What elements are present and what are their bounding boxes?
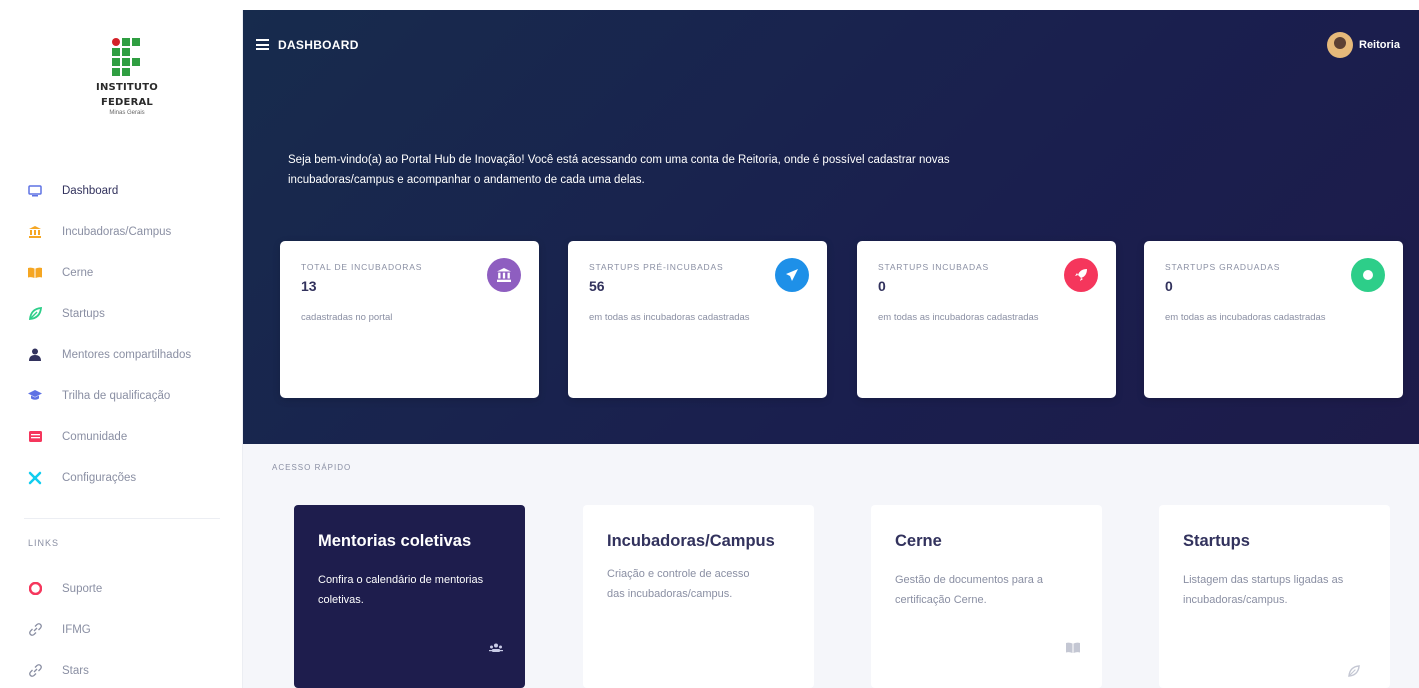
quick-card-cerne[interactable]: Cerne Gestão de documentos para a certif… [871, 505, 1102, 688]
sidebar-item-trilha[interactable]: Trilha de qualificação [0, 375, 243, 416]
sidebar-item-label: Mentores compartilhados [62, 348, 192, 361]
sidebar-link-stars[interactable]: Stars [0, 650, 243, 688]
paper-plane-icon [775, 258, 809, 292]
quick-card-desc: Listagem das startups ligadas as incubad… [1183, 574, 1344, 606]
stat-desc: em todas as incubadoras cadastradas [878, 312, 1039, 323]
sidebar-item-dashboard[interactable]: Dashboard [0, 170, 243, 211]
support-icon [28, 582, 42, 596]
sidebar-link-label: Stars [62, 664, 89, 677]
logo-line2: FEDERAL [100, 97, 153, 108]
sidebar-item-label: Dashboard [62, 184, 119, 197]
sidebar-item-label: Comunidade [62, 430, 128, 443]
sidebar-link-suporte[interactable]: Suporte [0, 568, 243, 609]
sidebar-item-comunidade[interactable]: Comunidade [0, 416, 243, 457]
stat-label: TOTAL DE INCUBADORAS [301, 262, 423, 272]
stat-card-pre-incubadas: STARTUPS PRÉ-INCUBADAS 56 em todas as in… [568, 241, 827, 398]
quick-card-title: Startups [1183, 532, 1250, 550]
quick-card-title: Cerne [895, 532, 942, 550]
sidebar-links: Suporte IFMG Stars [0, 568, 243, 688]
sidebar-item-cerne[interactable]: Cerne [0, 252, 243, 293]
community-icon [28, 430, 42, 444]
sidebar-item-label: Cerne [62, 266, 94, 279]
quick-card-desc: Gestão de documentos para a certificação… [895, 574, 1043, 606]
logo-line3: Minas Gerais [109, 110, 145, 116]
quick-access-heading: ACESSO RÁPIDO [272, 463, 352, 472]
puzzle-icon [28, 471, 42, 485]
sidebar-nav: Dashboard Incubadoras/Campus Cerne Start… [0, 170, 243, 498]
stat-desc: em todas as incubadoras cadastradas [1165, 312, 1326, 323]
logo-mark [112, 38, 142, 78]
users-icon [28, 348, 42, 362]
bank-icon [487, 258, 521, 292]
monitor-icon [28, 184, 42, 198]
sidebar-item-label: Trilha de qualificação [62, 389, 171, 402]
stat-card-graduadas: STARTUPS GRADUADAS 0 em todas as incubad… [1144, 241, 1403, 398]
sidebar-link-label: IFMG [62, 623, 91, 636]
user-menu[interactable]: Reitoria [1327, 32, 1419, 58]
bank-icon [28, 225, 42, 239]
link-icon [28, 623, 42, 637]
leaf-icon [1348, 665, 1360, 680]
sidebar-link-ifmg[interactable]: IFMG [0, 609, 243, 650]
stat-label: STARTUPS GRADUADAS [1165, 262, 1281, 272]
sidebar-item-startups[interactable]: Startups [0, 293, 243, 334]
rocket-icon [1064, 258, 1098, 292]
sidebar: INSTITUTO FEDERAL Minas Gerais Dashboard… [0, 10, 243, 688]
stat-card-total-incubadoras: TOTAL DE INCUBADORAS 13 cadastradas no p… [280, 241, 539, 398]
quick-card-title: Incubadoras/Campus [607, 532, 775, 550]
book-icon [28, 266, 42, 280]
sidebar-item-configuracoes[interactable]: Configurações [0, 457, 243, 498]
group-icon [489, 643, 503, 656]
book-icon [1066, 642, 1080, 656]
link-icon [28, 664, 42, 678]
sidebar-item-label: Incubadoras/Campus [62, 225, 172, 238]
quick-card-desc: Criação e controle de acesso das incubad… [607, 568, 750, 600]
sidebar-divider [24, 518, 220, 519]
dashboard-header: DASHBOARD Reitoria Seja bem-vindo(a) ao … [243, 10, 1419, 444]
graduation-cap-icon [28, 389, 42, 403]
stat-card-incubadas: STARTUPS INCUBADAS 0 em todas as incubad… [857, 241, 1116, 398]
quick-card-desc: Confira o calendário de mentorias coleti… [318, 574, 484, 606]
logo-line1: INSTITUTO [96, 82, 158, 93]
menu-toggle-icon[interactable] [256, 39, 269, 50]
badge-icon [1351, 258, 1385, 292]
quick-card-startups[interactable]: Startups Listagem das startups ligadas a… [1159, 505, 1390, 688]
stat-label: STARTUPS INCUBADAS [878, 262, 989, 272]
stat-label: STARTUPS PRÉ-INCUBADAS [589, 262, 724, 272]
sidebar-item-mentores[interactable]: Mentores compartilhados [0, 334, 243, 375]
sidebar-item-incubadoras[interactable]: Incubadoras/Campus [0, 211, 243, 252]
user-name: Reitoria [1359, 39, 1400, 51]
stat-desc: em todas as incubadoras cadastradas [589, 312, 750, 323]
quick-card-incubadoras[interactable]: Incubadoras/Campus Criação e controle de… [583, 505, 814, 688]
page-title: DASHBOARD [278, 38, 359, 52]
stat-desc: cadastradas no portal [301, 312, 393, 323]
welcome-message: Seja bem-vindo(a) ao Portal Hub de Inova… [288, 154, 950, 186]
ifmg-logo[interactable]: INSTITUTO FEDERAL Minas Gerais [84, 38, 170, 128]
sidebar-item-label: Configurações [62, 471, 137, 484]
quick-card-mentorias[interactable]: Mentorias coletivas Confira o calendário… [294, 505, 525, 688]
leaf-icon [28, 307, 42, 321]
links-heading: LINKS [28, 538, 60, 548]
sidebar-item-label: Startups [62, 307, 105, 320]
avatar [1327, 32, 1353, 58]
quick-card-title: Mentorias coletivas [318, 532, 472, 550]
sidebar-link-label: Suporte [62, 582, 103, 595]
top-bar [0, 0, 1419, 10]
